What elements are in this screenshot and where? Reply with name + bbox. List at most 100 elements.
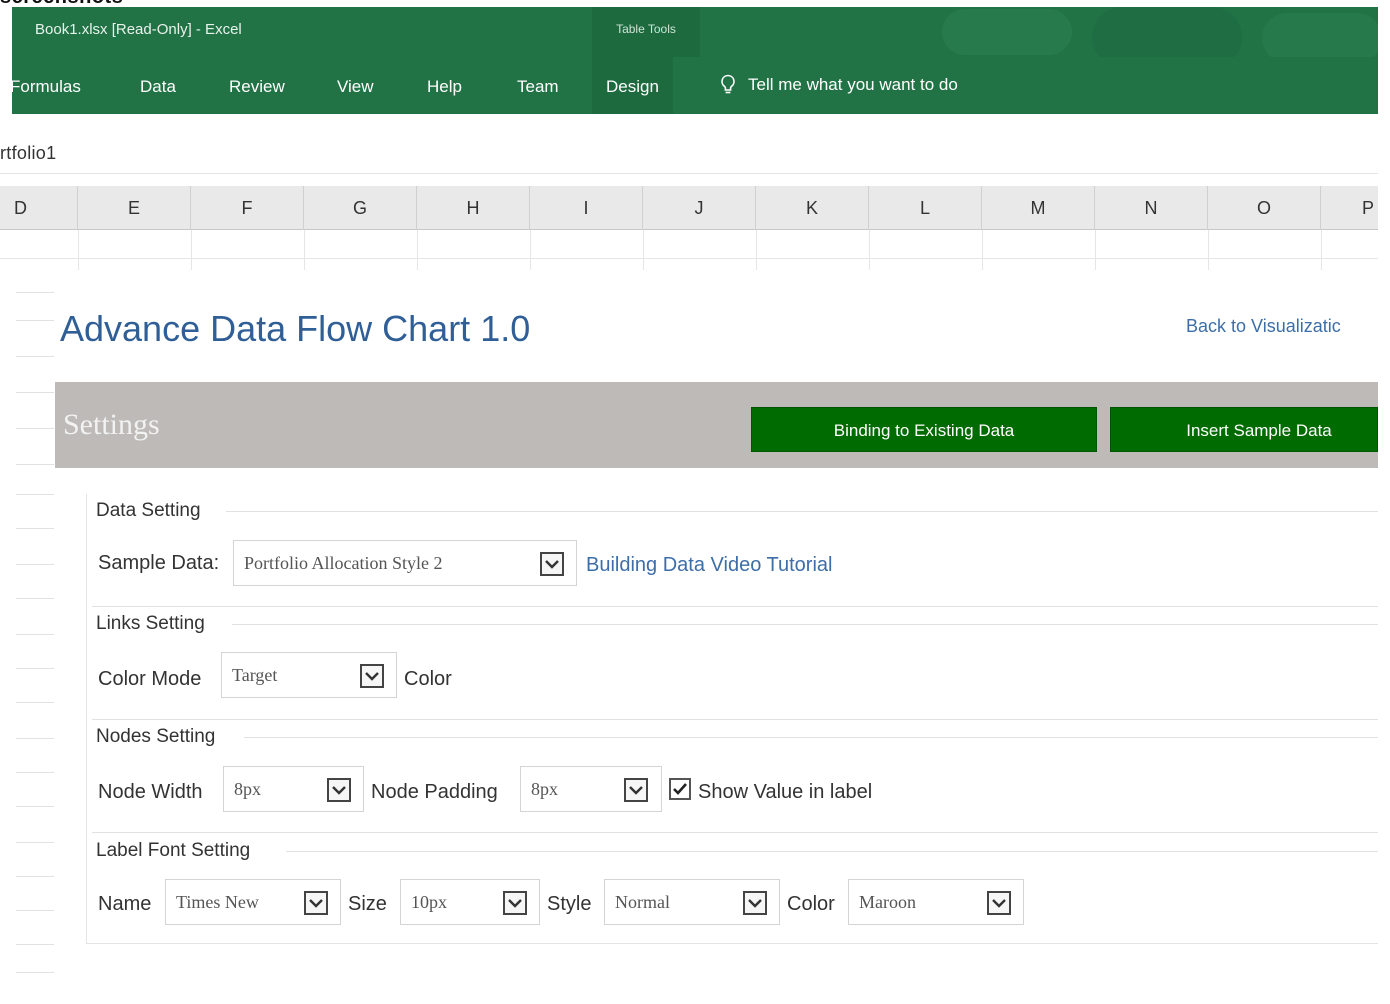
links-color-label: Color <box>404 668 452 690</box>
grid-line <box>982 230 983 270</box>
window-title: Book1.xlsx [Read-Only] - Excel <box>35 21 242 38</box>
grid-line <box>869 230 870 270</box>
section-divider <box>226 511 1378 512</box>
chevron-down-icon <box>743 891 767 915</box>
section-divider <box>244 737 1378 738</box>
section-divider <box>92 719 1378 720</box>
chevron-down-icon <box>327 778 351 802</box>
column-header-o[interactable]: O <box>1208 186 1321 230</box>
show-value-in-label-checkbox[interactable] <box>669 778 691 800</box>
row-line <box>16 528 54 529</box>
font-size-value: 10px <box>411 892 447 912</box>
grid-line <box>1208 230 1209 270</box>
row-line <box>16 806 54 807</box>
tab-data[interactable]: Data <box>140 77 176 97</box>
name-box[interactable]: rtfolio1 <box>0 143 56 164</box>
color-mode-select[interactable]: Target <box>221 652 397 698</box>
grid-line <box>756 230 757 270</box>
node-padding-value: 8px <box>531 779 558 799</box>
font-size-select[interactable]: 10px <box>400 879 540 925</box>
tab-review[interactable]: Review <box>229 77 285 97</box>
row-line <box>16 842 54 843</box>
chevron-down-icon <box>304 891 328 915</box>
node-padding-label: Node Padding <box>371 781 498 803</box>
row-line <box>16 738 54 739</box>
insert-sample-data-button[interactable]: Insert Sample Data <box>1110 407 1378 452</box>
title-bar: Book1.xlsx [Read-Only] - Excel Table Too… <box>12 7 1378 57</box>
titlebar-decoration <box>942 9 1072 55</box>
grid-line <box>1095 230 1096 270</box>
column-header-d[interactable]: D <box>0 186 78 230</box>
settings-header-bar: Settings Binding to Existing Data Insert… <box>55 382 1378 468</box>
building-data-video-tutorial-link[interactable]: Building Data Video Tutorial <box>586 554 832 577</box>
tab-design[interactable]: Design <box>592 57 673 114</box>
grid-line <box>643 230 644 270</box>
column-header-n[interactable]: N <box>1095 186 1208 230</box>
tab-help[interactable]: Help <box>427 77 462 97</box>
font-name-value: Times New <box>176 892 259 912</box>
chevron-down-icon <box>540 552 564 576</box>
font-color-label: Color <box>787 893 835 915</box>
ribbon-tab-bar: Formulas Data Review View Help Team Desi… <box>10 57 1378 114</box>
tab-formulas[interactable]: Formulas <box>10 77 81 97</box>
font-style-value: Normal <box>615 892 670 912</box>
tab-team[interactable]: Team <box>517 77 559 97</box>
column-header-i[interactable]: I <box>530 186 643 230</box>
font-color-select[interactable]: Maroon <box>848 879 1024 925</box>
back-to-visualization-link[interactable]: Back to Visualizatic <box>1186 316 1341 337</box>
font-style-label: Style <box>547 893 592 915</box>
node-width-value: 8px <box>234 779 261 799</box>
checkmark-icon <box>673 783 687 795</box>
row-line <box>16 464 54 465</box>
excel-window: screenshots Book1.xlsx [Read-Only] - Exc… <box>0 0 1390 1004</box>
grid-line <box>78 230 79 270</box>
column-header-k[interactable]: K <box>756 186 869 230</box>
chevron-down-icon <box>624 778 648 802</box>
tell-me-search[interactable]: Tell me what you want to do <box>720 74 958 96</box>
color-mode-value: Target <box>232 665 278 685</box>
column-header-m[interactable]: M <box>982 186 1095 230</box>
binding-to-existing-data-button[interactable]: Binding to Existing Data <box>751 407 1097 452</box>
row-line <box>16 944 54 945</box>
settings-title: Settings <box>63 408 160 441</box>
addin-title: Advance Data Flow Chart 1.0 <box>60 308 531 349</box>
chevron-down-icon <box>987 891 1011 915</box>
tab-view[interactable]: View <box>337 77 374 97</box>
row-line <box>16 392 54 393</box>
column-headers: D E F G H I J K L M N O P <box>0 186 1378 230</box>
column-header-p[interactable]: P <box>1321 186 1378 230</box>
row-line <box>16 564 54 565</box>
column-header-j[interactable]: J <box>643 186 756 230</box>
font-name-label: Name <box>98 893 152 915</box>
column-header-f[interactable]: F <box>191 186 304 230</box>
row-line <box>16 702 54 703</box>
grid-line <box>530 230 531 270</box>
node-width-select[interactable]: 8px <box>223 766 364 812</box>
column-header-h[interactable]: H <box>417 186 530 230</box>
font-style-select[interactable]: Normal <box>604 879 780 925</box>
grid-line <box>191 230 192 270</box>
table-tools-label: Table Tools <box>592 7 700 57</box>
row-line <box>16 428 54 429</box>
section-divider <box>232 624 1378 625</box>
row-line <box>16 972 54 973</box>
data-setting-title: Data Setting <box>96 500 201 521</box>
row-line <box>16 772 54 773</box>
node-padding-select[interactable]: 8px <box>520 766 662 812</box>
row-line <box>16 668 54 669</box>
row-line <box>16 634 54 635</box>
chevron-down-icon <box>503 891 527 915</box>
sample-data-select[interactable]: Portfolio Allocation Style 2 <box>233 540 577 586</box>
column-header-l[interactable]: L <box>869 186 982 230</box>
row-line <box>16 910 54 911</box>
column-header-g[interactable]: G <box>304 186 417 230</box>
font-name-select[interactable]: Times New <box>165 879 341 925</box>
sample-data-label: Sample Data: <box>98 552 220 574</box>
titlebar-decoration <box>1262 13 1378 57</box>
chevron-down-icon <box>360 664 384 688</box>
column-header-e[interactable]: E <box>78 186 191 230</box>
row-line <box>16 356 54 357</box>
font-size-label: Size <box>348 893 387 915</box>
section-divider <box>286 851 1378 852</box>
color-mode-label: Color Mode <box>98 668 202 690</box>
